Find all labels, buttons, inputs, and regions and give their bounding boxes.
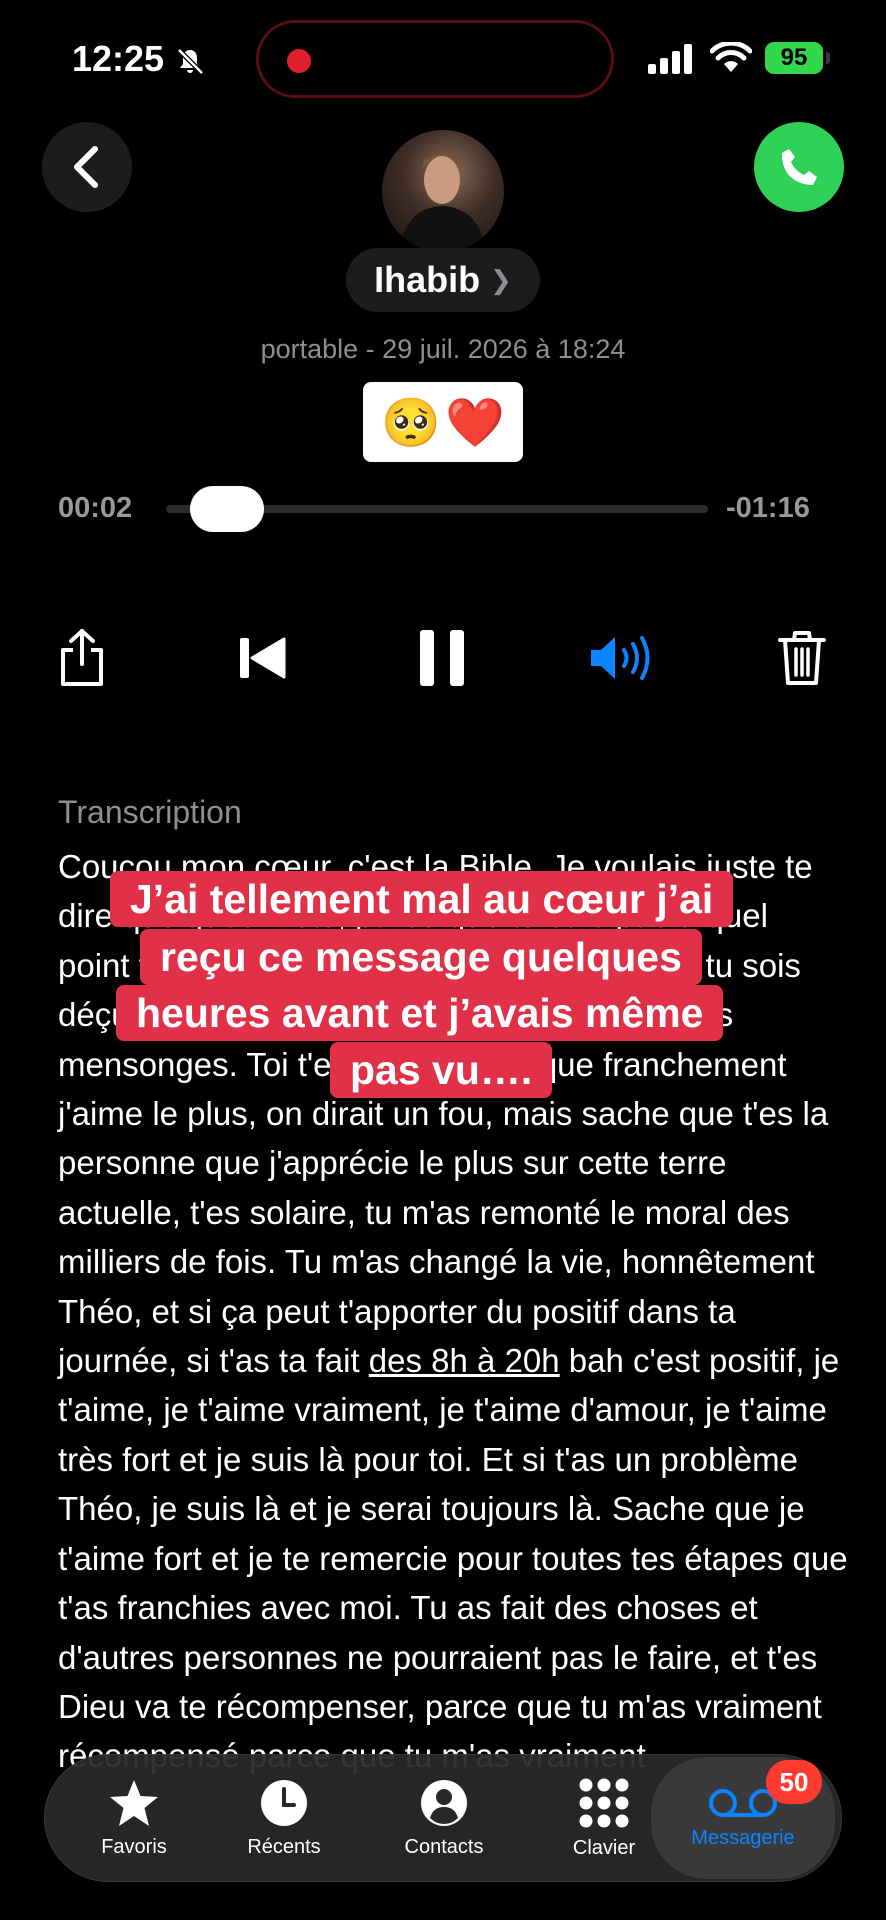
contact-name-button[interactable]: Ihabib ❯ (346, 248, 540, 312)
phone-icon (781, 149, 817, 185)
pause-button[interactable] (406, 622, 478, 694)
back-button[interactable] (42, 122, 132, 212)
status-time: 12:25 (72, 38, 165, 79)
speaker-button[interactable] (586, 622, 658, 694)
tab-label-recents: Récents (247, 1835, 321, 1858)
share-button[interactable] (46, 622, 118, 694)
contact-name: Ihabib (374, 259, 481, 300)
person-icon (421, 1779, 467, 1826)
share-icon (61, 629, 103, 686)
tab-label-contacts: Contacts (404, 1835, 484, 1858)
recording-indicator (287, 49, 311, 73)
wifi-icon (709, 40, 753, 79)
battery-tip (826, 52, 830, 64)
cellular-signal-icon (648, 44, 696, 79)
tab-label-messagerie: Messagerie (691, 1826, 795, 1849)
caption-line-1: J’ai tellement mal au cœur j’ai (110, 871, 734, 927)
dynamic-island[interactable] (256, 20, 614, 98)
skip-back-icon (240, 637, 286, 679)
caption-line-3: heures avant et j’avais même (116, 985, 724, 1041)
elapsed-time: 00:02 (58, 492, 133, 524)
star-icon (110, 1779, 158, 1826)
red-heart-emoji: ❤️ (445, 396, 505, 450)
transcription-label: Transcription (58, 794, 242, 830)
tab-label-favoris: Favoris (101, 1835, 167, 1858)
battery-indicator: 95 (765, 42, 823, 74)
rewind-button[interactable] (226, 622, 298, 694)
call-button[interactable] (754, 122, 844, 212)
transcription-part-2: bah c'est positif, je t'aime, je t'aime … (58, 1342, 848, 1774)
remaining-time: -01:16 (726, 492, 810, 524)
tab-favoris[interactable]: Favoris (59, 1755, 209, 1881)
chevron-left-icon (74, 146, 98, 188)
tab-contacts[interactable]: Contacts (359, 1755, 529, 1881)
time-range-link[interactable]: des 8h à 20h (369, 1342, 560, 1379)
tab-label-clavier: Clavier (572, 1836, 636, 1859)
bell-slash-icon (175, 46, 205, 81)
emoji-sticker: 🥺 ❤️ (363, 382, 523, 462)
keypad-icon (579, 1778, 629, 1827)
caption-line-2: reçu ce message quelques (140, 929, 702, 985)
voicemail-count-badge: 50 (766, 1760, 822, 1804)
speaker-icon (591, 636, 650, 680)
contact-avatar[interactable] (382, 130, 504, 252)
delete-button[interactable] (766, 622, 838, 694)
scrubber-thumb[interactable] (189, 486, 264, 532)
pleading-face-emoji: 🥺 (381, 396, 441, 450)
voicemail-subtitle: portable - 29 juil. 2026 à 18:24 (260, 334, 626, 364)
clock-icon (261, 1779, 307, 1826)
transcription-part-1: Coucou mon cœur, c'est la Bible. Je voul… (58, 848, 829, 1380)
chevron-right-icon: ❯ (490, 264, 512, 295)
caption-line-4: pas vu…. (330, 1042, 553, 1098)
tab-recents[interactable]: Récents (209, 1755, 359, 1881)
trash-icon (778, 631, 826, 685)
tab-bar: Favoris Récents Contacts Clavier Message… (44, 1754, 842, 1882)
pause-icon (420, 630, 464, 686)
